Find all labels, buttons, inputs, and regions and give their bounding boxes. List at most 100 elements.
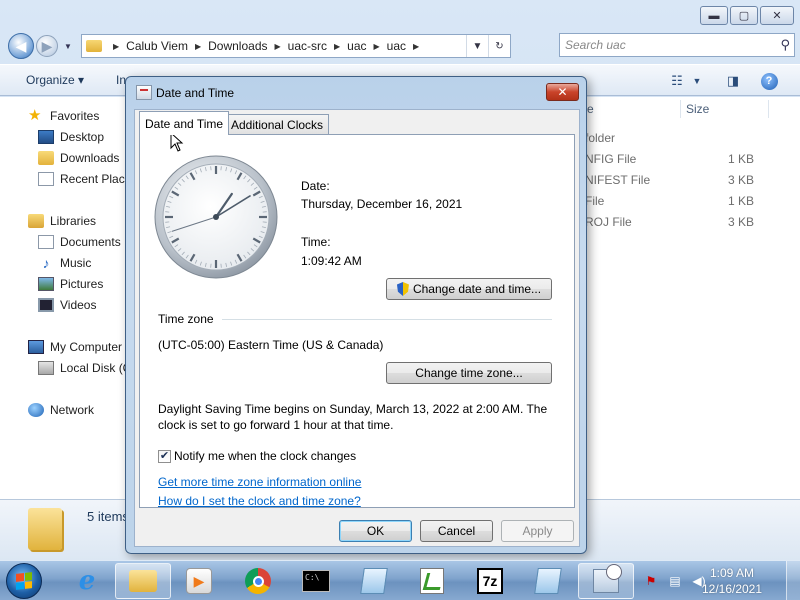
7zip-icon: 7z [477, 568, 503, 594]
notepad-icon [360, 568, 388, 594]
taskbar-chrome[interactable] [230, 563, 286, 599]
taskbar-notepad-2[interactable] [520, 563, 576, 599]
help-button[interactable]: ? [760, 71, 778, 91]
group-separator [222, 319, 552, 320]
dialog-close-button[interactable]: ✕ [546, 83, 579, 101]
nav-label: Pictures [60, 277, 104, 291]
taskbar-media-player[interactable]: ▶ [171, 563, 227, 599]
column-divider[interactable] [680, 100, 681, 118]
time-zone-heading: Time zone [158, 312, 214, 326]
dialog-title: Date and Time [156, 86, 235, 100]
network-icon [28, 403, 44, 417]
nav-my-computer[interactable]: My Computer [28, 337, 122, 357]
nav-libraries[interactable]: Libraries [28, 211, 96, 231]
notepad-icon [534, 568, 562, 594]
time-zone-info-link[interactable]: Get more time zone information online [158, 475, 361, 489]
action-center-flag-icon[interactable]: ⚑ [644, 574, 658, 588]
nav-local-disk[interactable]: Local Disk (C [38, 358, 131, 378]
change-time-zone-button[interactable]: Change time zone... [386, 362, 552, 384]
file-size-cell[interactable]: 3 KB [728, 171, 754, 189]
nav-pictures[interactable]: Pictures [38, 274, 103, 294]
chrome-icon [245, 568, 271, 594]
explorer-folder-icon [129, 570, 157, 592]
date-time-dialog: Date and Time ✕ Date and Time Additional… [125, 76, 587, 554]
breadcrumb-item[interactable]: Downloads [208, 39, 267, 53]
search-icon[interactable]: ⚲ [780, 37, 790, 53]
chevron-right-icon[interactable]: ▶ [275, 42, 281, 51]
nav-desktop[interactable]: Desktop [38, 127, 104, 147]
file-type-cell[interactable]: NFIG File [585, 150, 636, 168]
notify-checkbox-label[interactable]: Notify me when the clock changes [174, 449, 356, 463]
breadcrumb-item[interactable]: uac [387, 39, 406, 53]
breadcrumb: ▶ Calub Viem ▶ Downloads ▶ uac-src ▶ uac… [106, 39, 426, 53]
hard-disk-icon [38, 361, 54, 375]
address-bar[interactable]: ▶ Calub Viem ▶ Downloads ▶ uac-src ▶ uac… [81, 34, 511, 58]
start-button[interactable] [6, 563, 42, 599]
file-type-cell[interactable]: ROJ File [585, 213, 632, 231]
notify-checkbox[interactable]: ✔ [158, 450, 171, 463]
dst-info-line: Daylight Saving Time begins on Sunday, M… [158, 402, 548, 416]
search-input[interactable]: Search uac ⚲ [559, 33, 795, 57]
items-count: 5 items [87, 509, 129, 524]
notepad-plus-plus-icon [420, 568, 444, 594]
column-divider[interactable] [768, 100, 769, 118]
taskbar-internet-explorer[interactable]: e [59, 563, 115, 599]
organize-button[interactable]: Organize ▾ [26, 73, 84, 87]
nav-label: Network [50, 403, 95, 417]
system-clock[interactable]: 1:09 AM 12/16/2021 [694, 565, 770, 597]
breadcrumb-item[interactable]: uac-src [288, 39, 327, 53]
taskbar-7zip[interactable]: 7z [462, 563, 518, 599]
forward-button[interactable]: ▶ [36, 35, 58, 57]
close-button[interactable]: ✕ [760, 6, 794, 25]
nav-videos[interactable]: Videos [38, 295, 96, 315]
nav-favorites[interactable]: ★ Favorites [28, 106, 99, 126]
file-size-cell[interactable]: 3 KB [728, 213, 754, 231]
chevron-right-icon[interactable]: ▶ [413, 42, 419, 51]
file-type-cell[interactable]: NIFEST File [585, 171, 650, 189]
nav-downloads[interactable]: Downloads [38, 148, 119, 168]
preview-pane-icon[interactable]: ◨ [724, 71, 742, 91]
tab-additional-clocks[interactable]: Additional Clocks [225, 114, 330, 134]
nav-recent-places[interactable]: Recent Place [38, 169, 131, 189]
recent-places-icon [38, 172, 54, 186]
apply-button[interactable]: Apply [501, 520, 574, 542]
media-player-icon: ▶ [186, 568, 212, 594]
taskbar-windows-explorer[interactable] [115, 563, 171, 599]
change-date-time-button[interactable]: Change date and time... [386, 278, 552, 300]
breadcrumb-item[interactable]: uac [347, 39, 366, 53]
ok-button[interactable]: OK [339, 520, 412, 542]
address-dropdown-icon[interactable]: ▼ [466, 35, 488, 57]
cancel-button[interactable]: Cancel [420, 520, 493, 542]
nav-documents[interactable]: Documents [38, 232, 121, 252]
chevron-right-icon[interactable]: ▶ [195, 42, 201, 51]
show-desktop-button[interactable] [786, 561, 800, 600]
maximize-button[interactable]: ▢ [730, 6, 758, 25]
time-zone-value: (UTC-05:00) Eastern Time (US & Canada) [158, 338, 384, 352]
chevron-right-icon[interactable]: ▶ [113, 42, 119, 51]
refresh-icon[interactable]: ↻ [488, 35, 510, 57]
breadcrumb-item[interactable]: Calub Viem [126, 39, 188, 53]
set-clock-help-link[interactable]: How do I set the clock and time zone? [158, 494, 361, 508]
nav-network[interactable]: Network [28, 400, 94, 420]
file-size-cell[interactable]: 1 KB [728, 192, 754, 210]
nav-music[interactable]: ♪ Music [38, 253, 92, 273]
file-type-cell[interactable]: File [585, 192, 604, 210]
taskbar-notepad-plus-plus[interactable] [404, 563, 460, 599]
chevron-right-icon[interactable]: ▶ [374, 42, 380, 51]
taskbar-command-prompt[interactable]: C:\ [288, 563, 344, 599]
taskbar-date-and-time[interactable] [578, 563, 634, 599]
tab-date-and-time[interactable]: Date and Time [139, 111, 230, 135]
back-button[interactable]: ◀ [8, 33, 34, 59]
network-tray-icon[interactable]: ▤ [668, 574, 682, 588]
views-dropdown-icon[interactable]: ▼ [691, 71, 703, 91]
file-type-cell[interactable]: folder [585, 129, 615, 147]
views-icon[interactable]: ☷ [668, 71, 686, 91]
column-header-type[interactable]: e [587, 97, 594, 121]
file-size-cell[interactable]: 1 KB [728, 150, 754, 168]
recent-pages-dropdown[interactable]: ▼ [61, 42, 75, 51]
nav-label: Favorites [50, 109, 100, 123]
column-header-size[interactable]: Size [686, 97, 709, 121]
minimize-button[interactable]: ▬ [700, 6, 728, 25]
taskbar-notepad[interactable] [346, 563, 402, 599]
chevron-right-icon[interactable]: ▶ [334, 42, 340, 51]
